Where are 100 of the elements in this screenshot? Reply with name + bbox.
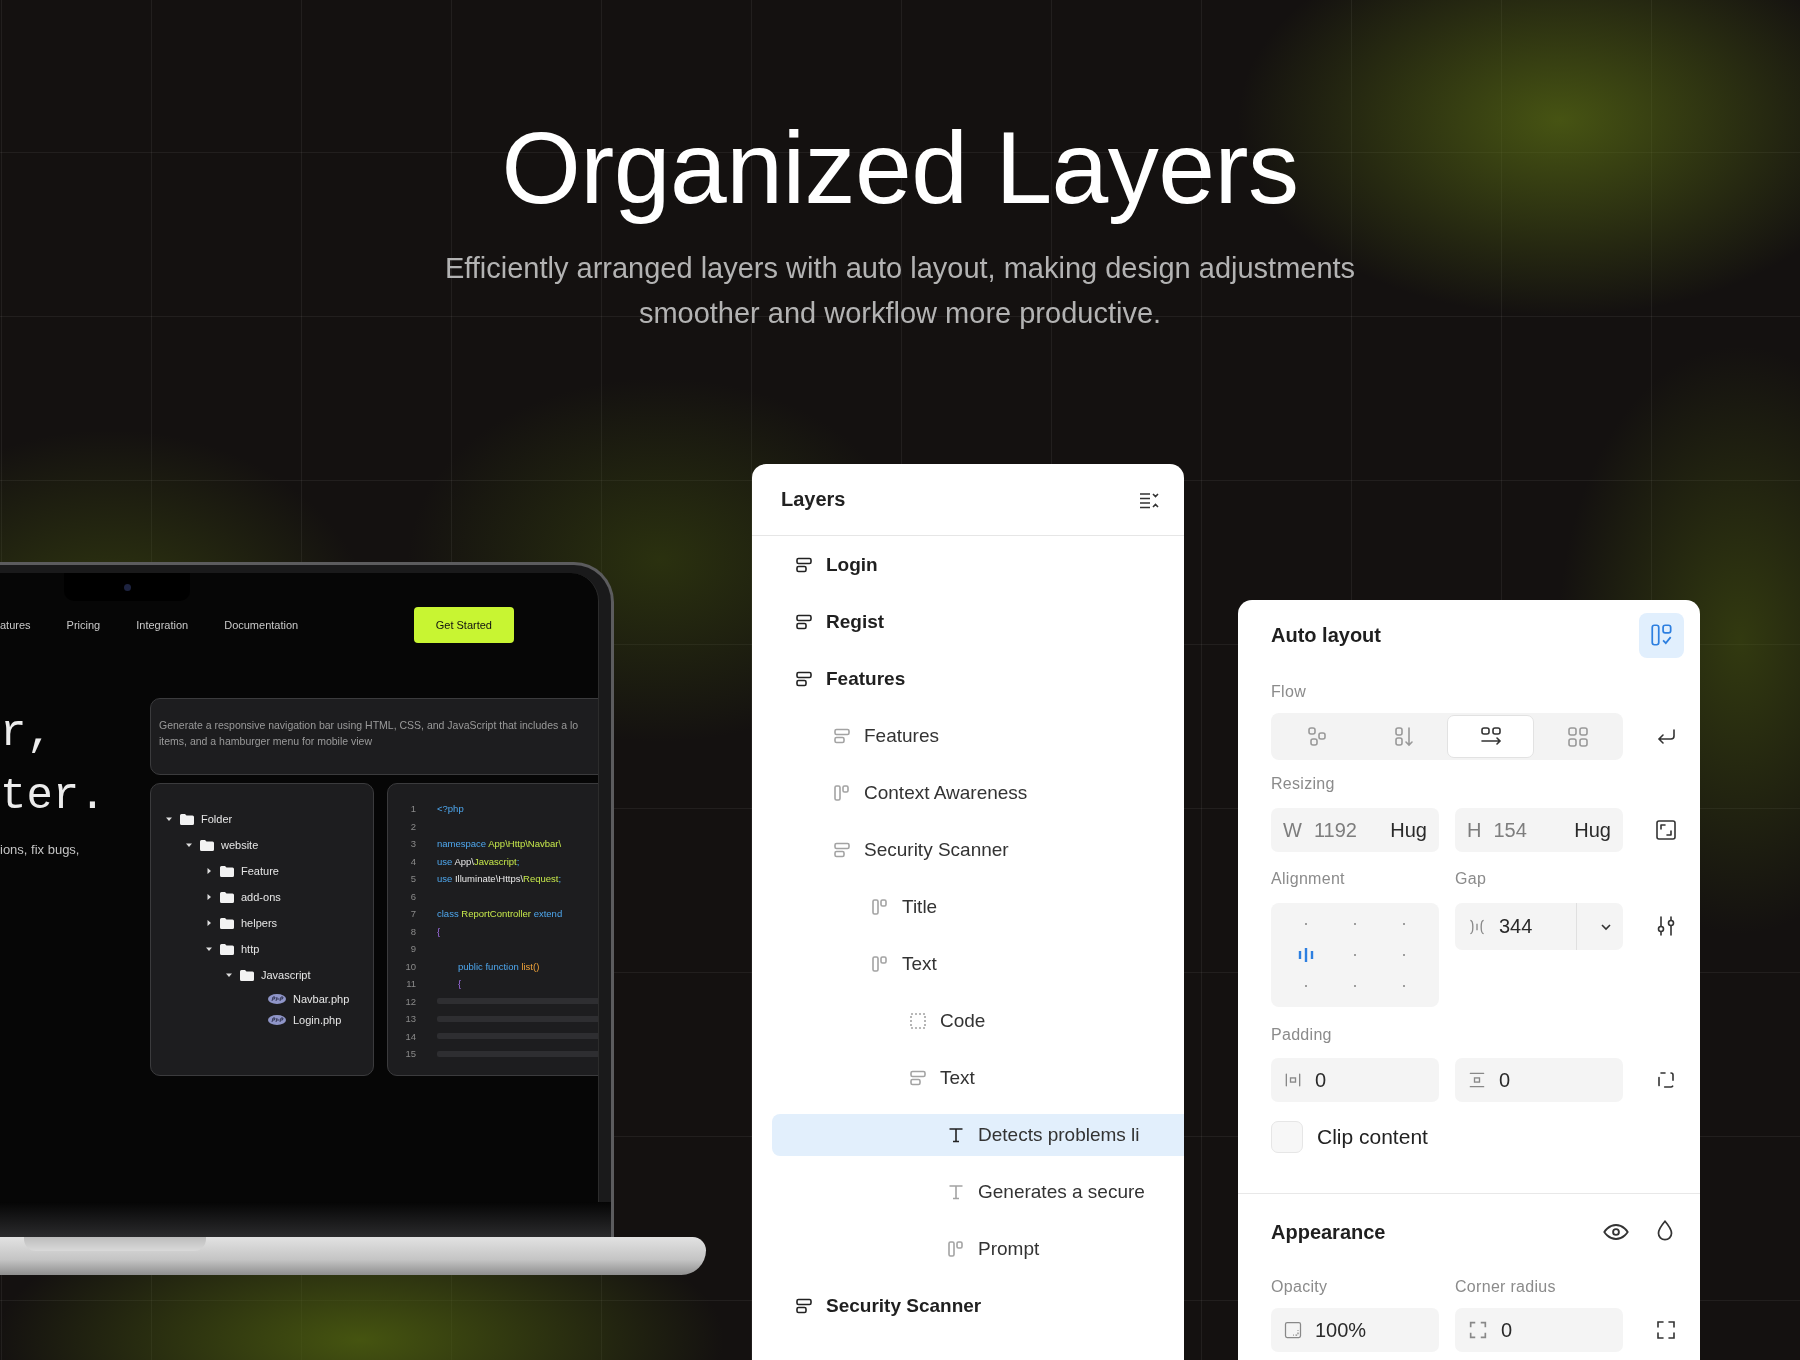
folder-icon bbox=[200, 839, 214, 851]
code-line: namespace App\Http\Navbar\ bbox=[437, 838, 562, 850]
grid-layout-icon bbox=[1565, 724, 1590, 749]
field-label: Opacity bbox=[1271, 1277, 1329, 1297]
corner-radius-field[interactable]: 0 bbox=[1455, 1308, 1623, 1352]
code-line: use App\Javascript; bbox=[437, 855, 520, 867]
code-line: <?php bbox=[437, 803, 464, 815]
padding-field[interactable]: 0 bbox=[1271, 1058, 1439, 1102]
folder-icon bbox=[220, 943, 234, 955]
line-number: 7 bbox=[409, 908, 416, 920]
caret-icon[interactable] bbox=[205, 893, 213, 901]
folder-label[interactable]: Folder bbox=[201, 813, 233, 825]
layer-item[interactable]: Title bbox=[772, 885, 1184, 928]
nav-link[interactable]: Documentation bbox=[224, 619, 299, 631]
line-number: 10 bbox=[404, 960, 416, 972]
resize-icon[interactable] bbox=[1654, 818, 1678, 842]
folder-label[interactable]: helpers bbox=[241, 917, 278, 929]
field-label: Corner radius bbox=[1455, 1277, 1557, 1297]
columns-icon bbox=[832, 782, 852, 803]
layer-item[interactable]: Regist bbox=[772, 600, 1184, 643]
caret-icon[interactable] bbox=[185, 841, 193, 849]
folder-icon bbox=[220, 917, 234, 929]
folder-icon bbox=[220, 891, 234, 903]
line-number: 12 bbox=[404, 995, 416, 1007]
line-number: 1 bbox=[409, 803, 416, 815]
corners-icon[interactable] bbox=[1654, 1318, 1678, 1342]
prompt-text: items, and a hamburger menu for mobile view bbox=[159, 734, 373, 748]
clip-content-checkbox[interactable] bbox=[1271, 1121, 1303, 1153]
layer-item[interactable]: Context Awareness bbox=[772, 771, 1184, 814]
panel-title: Layers bbox=[781, 488, 846, 511]
folder-label[interactable]: add-ons bbox=[241, 891, 281, 903]
auto-layout-toggle[interactable] bbox=[1639, 612, 1684, 658]
checkbox-label: Clip content bbox=[1317, 1125, 1428, 1149]
hero-heading: r, bbox=[0, 707, 54, 760]
nav-link[interactable]: atures bbox=[0, 619, 31, 631]
folder-icon bbox=[240, 969, 254, 981]
hero-heading: ter. bbox=[0, 770, 107, 823]
layer-item[interactable]: Features bbox=[772, 714, 1184, 757]
layer-item[interactable]: Detects problems li bbox=[772, 1113, 1184, 1156]
page-title: Organized Layers bbox=[501, 112, 1299, 225]
caret-icon[interactable] bbox=[205, 867, 213, 875]
prompt-text: Generate a responsive navigation bar using HTML, CSS, and JavaScript that includes a lo bbox=[159, 718, 580, 732]
line-number: 5 bbox=[409, 873, 416, 885]
line-number: 13 bbox=[404, 1013, 416, 1025]
camera-icon bbox=[123, 583, 131, 591]
folder-label[interactable]: Feature bbox=[241, 865, 279, 877]
line-number: 8 bbox=[409, 925, 416, 937]
code-line: use Illuminate\Https\Request; bbox=[437, 873, 562, 885]
folder-icon bbox=[180, 813, 194, 825]
size-field[interactable]: W 1192 Hug bbox=[1271, 808, 1439, 852]
get-started-button[interactable]: Get Started bbox=[413, 607, 514, 643]
page-subtitle: Efficiently arranged layers with auto layout, making design adjustments smoother and workflow more productive. bbox=[443, 251, 1357, 332]
caret-icon[interactable] bbox=[165, 815, 173, 823]
section-title: Auto layout bbox=[1271, 623, 1381, 647]
align-left-center-icon bbox=[1296, 947, 1315, 963]
layer-item[interactable]: Security Scanner bbox=[772, 828, 1184, 871]
corner-radius-icon bbox=[1467, 1319, 1489, 1341]
file-badge-icon bbox=[268, 993, 286, 1004]
caret-icon[interactable] bbox=[225, 971, 233, 979]
auto-layout-icon bbox=[1648, 622, 1675, 648]
field-label: Resizing bbox=[1271, 774, 1336, 794]
folder-icon bbox=[220, 865, 234, 877]
folder-label[interactable]: Javascript bbox=[261, 969, 311, 981]
nav-link[interactable]: Integration bbox=[136, 619, 189, 631]
code-line: { bbox=[437, 925, 441, 937]
opacity-field[interactable]: 100% bbox=[1271, 1308, 1439, 1352]
opacity-icon bbox=[1283, 1320, 1303, 1340]
layer-item[interactable]: Code bbox=[772, 999, 1184, 1042]
gap-field[interactable]: 344 bbox=[1455, 903, 1623, 950]
nav-link[interactable]: Pricing bbox=[66, 619, 101, 631]
caret-icon[interactable] bbox=[205, 945, 213, 953]
line-number: 14 bbox=[404, 1030, 416, 1042]
folder-label[interactable]: http bbox=[241, 943, 260, 955]
hero-caption: ions, fix bugs, bbox=[0, 842, 81, 857]
caret-icon[interactable] bbox=[205, 919, 213, 927]
size-field[interactable]: H 154 Hug bbox=[1455, 808, 1623, 852]
field-label: Flow bbox=[1271, 682, 1307, 702]
columns-icon bbox=[946, 1238, 966, 1259]
layer-item[interactable]: Security Scanner bbox=[772, 1284, 1184, 1327]
layer-item[interactable]: Prompt bbox=[772, 1227, 1184, 1270]
flow-option[interactable] bbox=[1447, 715, 1534, 758]
section-title: Appearance bbox=[1271, 1220, 1386, 1244]
columns-icon bbox=[870, 896, 890, 917]
line-number: 11 bbox=[405, 978, 416, 990]
layer-item[interactable]: Text bbox=[772, 1056, 1184, 1099]
line-number: 6 bbox=[409, 890, 416, 902]
code-line: public function list() bbox=[457, 960, 540, 972]
field-label: Alignment bbox=[1271, 869, 1346, 889]
field-label: Gap bbox=[1455, 869, 1488, 889]
file-label[interactable]: Navbar.php bbox=[293, 992, 350, 1005]
layer-item[interactable]: Login bbox=[772, 543, 1184, 586]
file-label[interactable]: Login.php bbox=[293, 1013, 342, 1026]
code-line: class ReportController extend bbox=[437, 908, 563, 920]
line-number: 3 bbox=[409, 838, 416, 850]
padding-field[interactable]: 0 bbox=[1455, 1058, 1623, 1102]
layer-item[interactable]: Features bbox=[772, 657, 1184, 700]
layer-item[interactable]: Generates a secure bbox=[772, 1170, 1184, 1213]
layer-item[interactable]: Text bbox=[772, 942, 1184, 985]
columns-icon bbox=[870, 953, 890, 974]
folder-label[interactable]: website bbox=[221, 839, 259, 851]
